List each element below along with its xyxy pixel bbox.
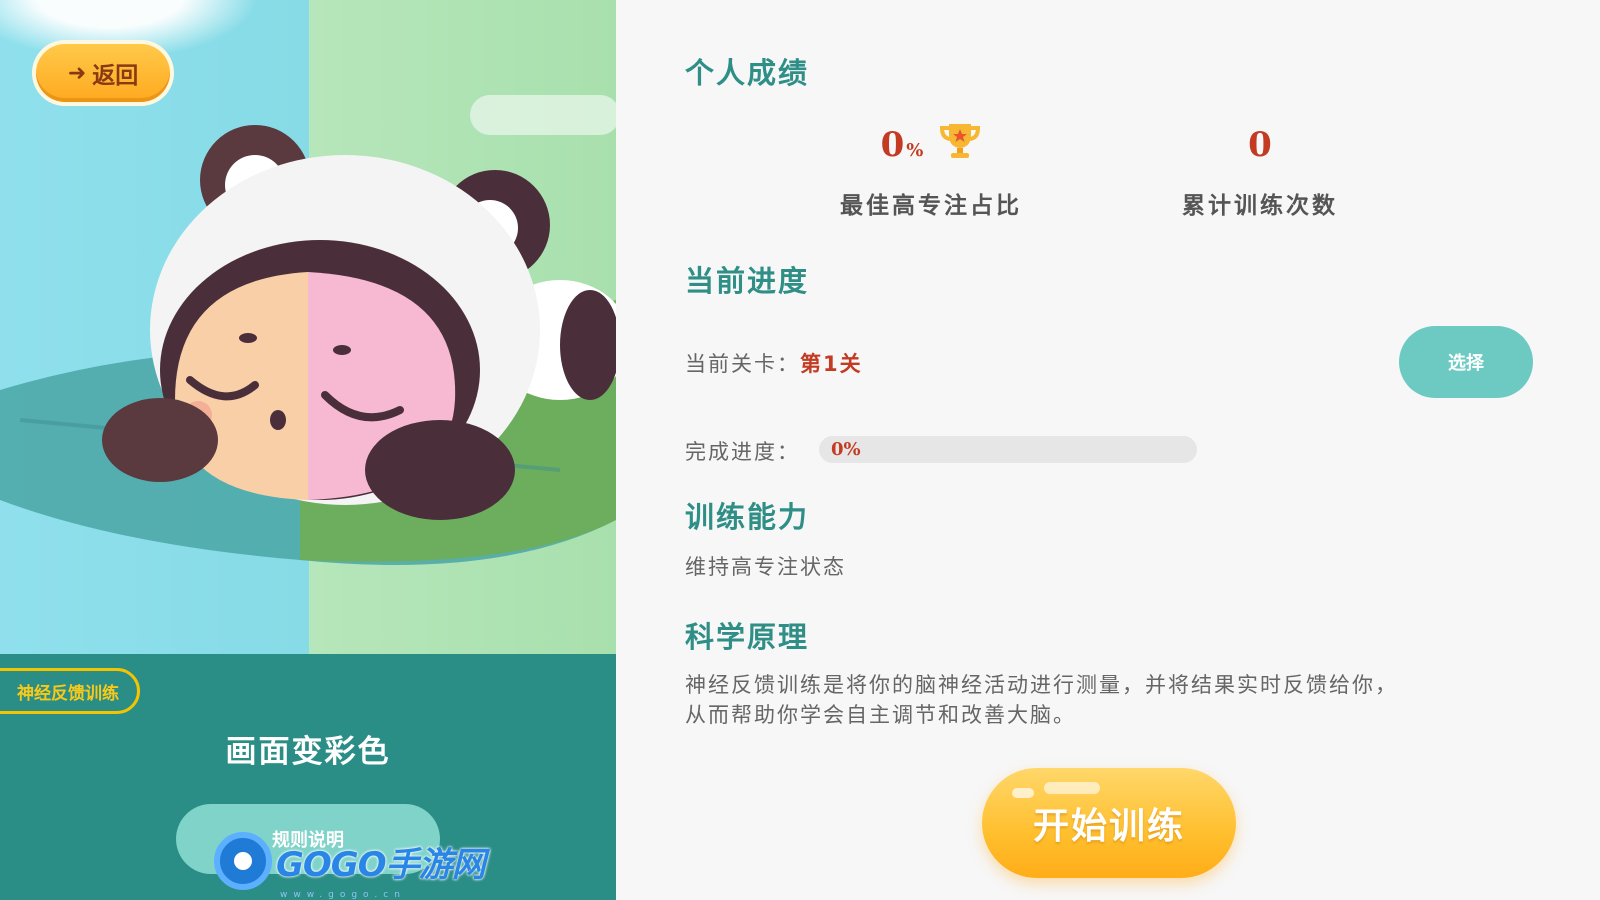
stat-train-count: 0 累计训练次数 xyxy=(1170,120,1350,220)
game-title: 画面变彩色 xyxy=(225,734,391,770)
start-training-label: 开始训练 xyxy=(1032,806,1185,847)
game-info-section: 神经反馈训练 画面变彩色 规则说明 GOGO手游网 www.gogo.cn xyxy=(0,654,616,900)
science-text-line2: 从而帮助你学会自主调节和改善大脑。 xyxy=(685,703,1076,727)
best-focus-unit: % xyxy=(906,139,924,161)
completion-progress-bar: 0% xyxy=(819,436,1197,463)
select-level-button[interactable]: 选择 xyxy=(1399,326,1533,398)
train-count-value: 0 xyxy=(1248,125,1272,165)
completion-progress-text: 0% xyxy=(831,439,861,460)
best-focus-label: 最佳高专注占比 xyxy=(840,193,1022,219)
left-panel: ➜ 返回 神经反馈训练 画面变彩色 规则说明 GOGO手游网 www.gogo.… xyxy=(0,0,616,900)
current-level-label: 当前关卡： xyxy=(685,352,800,376)
button-gloss xyxy=(1012,788,1034,798)
section-title-achievements: 个人成绩 xyxy=(685,56,810,90)
section-title-ability: 训练能力 xyxy=(685,500,810,534)
back-label: 返回 xyxy=(92,63,139,89)
best-focus-value: 0 xyxy=(880,125,905,165)
watermark-subtext: www.gogo.cn xyxy=(280,890,406,900)
science-text-line1: 神经反馈训练是将你的脑神经活动进行测量，并将结果实时反馈给你， xyxy=(685,673,1398,697)
section-title-progress: 当前进度 xyxy=(685,264,810,298)
button-gloss xyxy=(1044,782,1100,794)
trophy-icon xyxy=(939,121,981,170)
section-title-science: 科学原理 xyxy=(685,620,810,654)
completion-label: 完成进度： xyxy=(685,440,800,464)
details-panel: 个人成绩 0 % 最佳高专注占比 0 累计训练次数 当前进度 当前关卡：第1关 xyxy=(616,0,1600,900)
arrow-left-icon: ➜ xyxy=(67,60,87,86)
back-button[interactable]: ➜ 返回 xyxy=(32,40,174,106)
train-count-label: 累计训练次数 xyxy=(1182,193,1338,219)
watermark-logo: GOGO手游网 www.gogo.cn xyxy=(214,832,486,900)
start-training-button[interactable]: 开始训练 xyxy=(982,768,1236,878)
stat-best-focus: 0 % 最佳高专注占比 xyxy=(831,120,1031,220)
watermark-icon xyxy=(214,832,272,890)
back-button-face: ➜ 返回 xyxy=(36,44,170,102)
current-level-value: 第1关 xyxy=(800,352,863,376)
current-level-row: 当前关卡：第1关 xyxy=(685,348,863,378)
select-label: 选择 xyxy=(1448,353,1484,374)
category-tag: 神经反馈训练 xyxy=(0,668,140,714)
ability-text: 维持高专注状态 xyxy=(685,555,846,579)
watermark-text: GOGO手游网 xyxy=(276,844,486,885)
best-focus-value-row: 0 % xyxy=(831,120,1031,170)
